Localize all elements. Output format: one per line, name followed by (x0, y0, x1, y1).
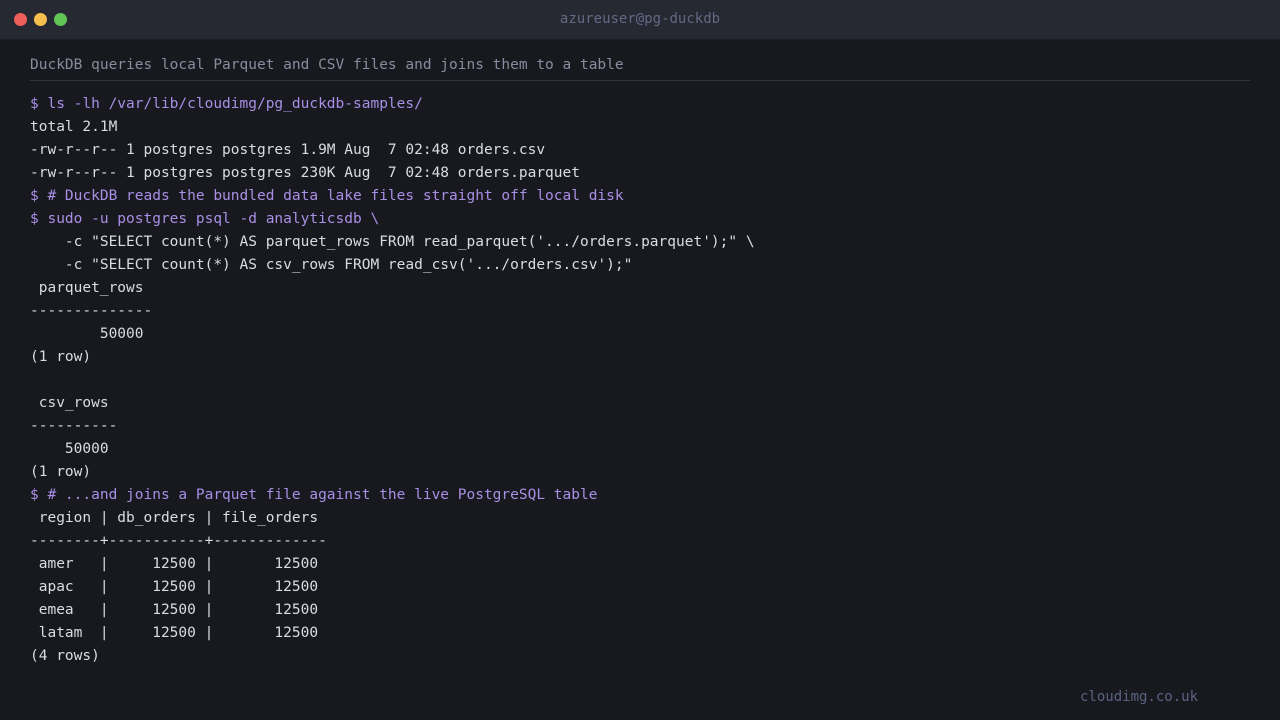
output-line: --------+-----------+------------- (30, 533, 327, 549)
caption-text: DuckDB queries local Parquet and CSV fil… (30, 57, 624, 73)
output-line: -rw-r--r-- 1 postgres postgres 1.9M Aug … (30, 142, 546, 158)
output-line: -------------- (30, 303, 153, 319)
output-line: (1 row) (30, 349, 92, 365)
footer-brand: cloudimg.co.uk (1080, 689, 1199, 705)
output-line: -c "SELECT count(*) AS csv_rows FROM rea… (30, 257, 633, 273)
output-line: amer | 12500 | 12500 (30, 556, 319, 572)
command-line: $ ls -lh /var/lib/cloudimg/pg_duckdb-sam… (30, 96, 423, 112)
output-line: latam | 12500 | 12500 (30, 625, 319, 641)
caption-divider (30, 80, 1250, 81)
output-line: -rw-r--r-- 1 postgres postgres 230K Aug … (30, 165, 580, 181)
output-line: 50000 (30, 441, 109, 457)
window-title: azureuser@pg-duckdb (559, 11, 721, 27)
terminal-window: azureuser@pg-duckdb DuckDB queries local… (0, 0, 1280, 720)
terminal-output[interactable]: $ ls -lh /var/lib/cloudimg/pg_duckdb-sam… (30, 93, 1260, 668)
output-line: total 2.1M (30, 119, 118, 135)
output-line: region | db_orders | file_orders (30, 510, 319, 526)
output-line: emea | 12500 | 12500 (30, 602, 319, 618)
command-line: $ sudo -u postgres psql -d analyticsdb \ (30, 211, 380, 227)
output-line: parquet_rows (30, 280, 144, 296)
output-line: 50000 (30, 326, 144, 342)
command-line: $ # DuckDB reads the bundled data lake f… (30, 188, 624, 204)
output-line: -c "SELECT count(*) AS parquet_rows FROM… (30, 234, 755, 250)
output-line: (4 rows) (30, 648, 100, 664)
title-bar: azureuser@pg-duckdb (0, 0, 1280, 40)
output-line: ---------- (30, 418, 118, 434)
command-line: $ # ...and joins a Parquet file against … (30, 487, 598, 503)
output-line: (1 row) (30, 464, 92, 480)
output-line: csv_rows (30, 395, 109, 411)
output-line: apac | 12500 | 12500 (30, 579, 319, 595)
